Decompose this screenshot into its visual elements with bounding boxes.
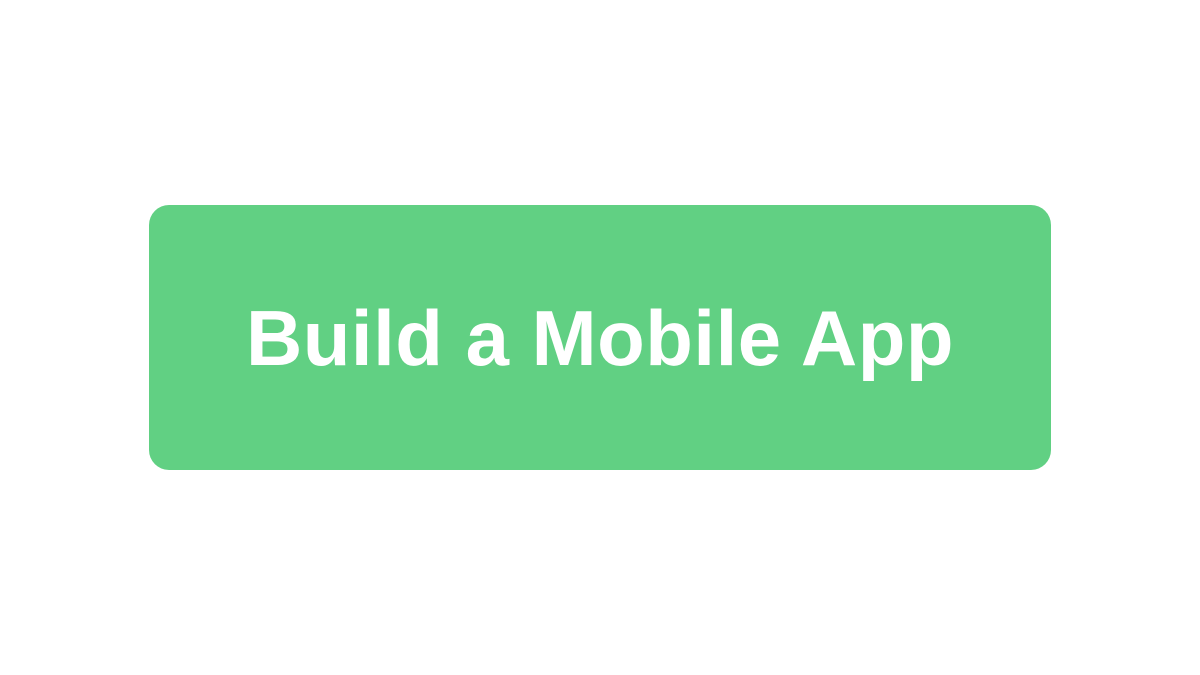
build-mobile-app-button[interactable]: Build a Mobile App [149,205,1051,470]
page-canvas: Build a Mobile App [0,0,1200,675]
build-mobile-app-button-label: Build a Mobile App [245,293,955,382]
